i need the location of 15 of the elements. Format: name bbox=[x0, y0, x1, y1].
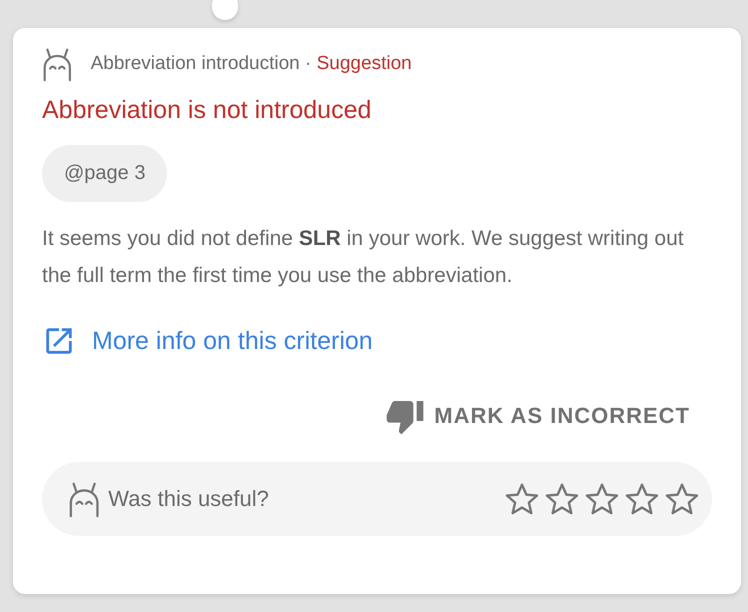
rating-star[interactable] bbox=[584, 481, 620, 517]
robot-icon bbox=[42, 46, 73, 82]
location-chip[interactable]: @page 3 bbox=[42, 145, 168, 202]
category-label: Abbreviation introduction · Suggestion bbox=[90, 53, 412, 75]
more-info-link[interactable]: More info on this criterion bbox=[42, 324, 373, 358]
drag-handle[interactable] bbox=[212, 0, 238, 20]
rating-star[interactable] bbox=[504, 481, 540, 517]
issue-message: It seems you did not define SLR in your work. We suggest writing out the full term the first time you use the abbreviation. bbox=[42, 226, 685, 289]
rating-star[interactable] bbox=[544, 481, 580, 517]
rating-star[interactable] bbox=[664, 481, 700, 517]
mark-incorrect-button[interactable]: MARK AS INCORRECT bbox=[384, 392, 690, 440]
robot-icon bbox=[68, 480, 100, 518]
rating-star[interactable] bbox=[624, 481, 660, 517]
feedback-question: Was this useful? bbox=[108, 486, 270, 512]
issue-title: Abbreviation is not introduced bbox=[42, 96, 372, 125]
